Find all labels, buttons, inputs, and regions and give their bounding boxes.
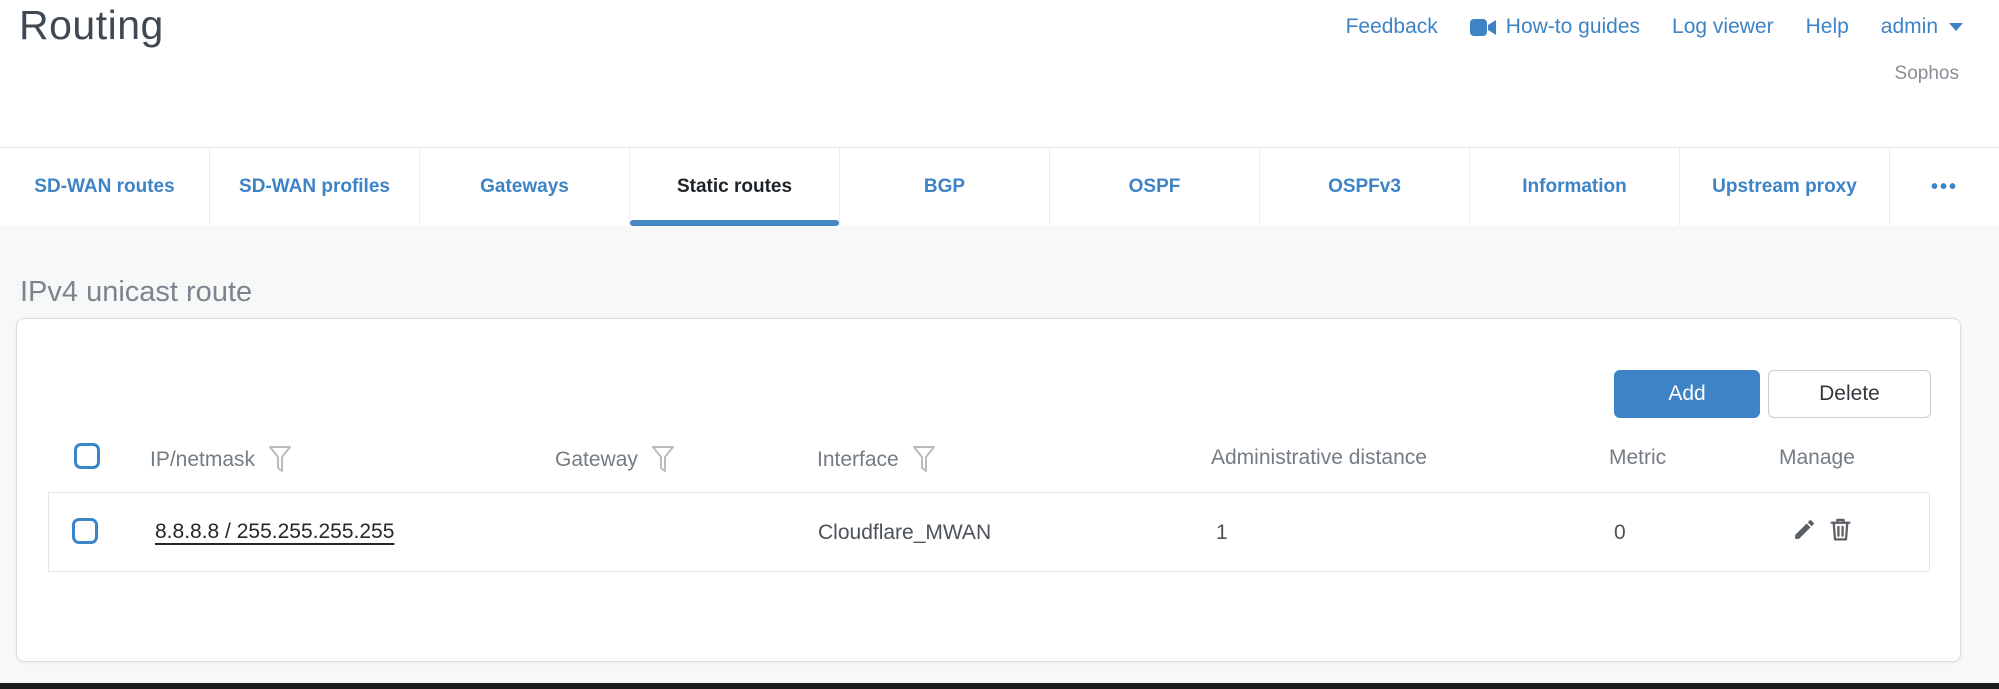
column-header-gateway: Gateway <box>555 446 674 473</box>
log-viewer-label: Log viewer <box>1672 15 1774 39</box>
tab-static-routes[interactable]: Static routes <box>630 148 840 226</box>
help-label: Help <box>1806 15 1849 39</box>
top-nav: Feedback How-to guides Log viewer Help a… <box>1346 15 1963 39</box>
route-ip-link[interactable]: 8.8.8.8 / 255.255.255.255 <box>155 520 394 544</box>
tab-ospfv3[interactable]: OSPFv3 <box>1260 148 1470 226</box>
bottom-edge-bar <box>0 683 1999 689</box>
column-header-administrative-distance: Administrative distance <box>1211 446 1427 470</box>
tab-bgp[interactable]: BGP <box>840 148 1050 226</box>
routing-page: Routing Feedback How-to guides Log viewe… <box>0 0 1999 689</box>
distance-header-label: Administrative distance <box>1211 446 1427 470</box>
column-header-metric: Metric <box>1609 446 1666 470</box>
feedback-link[interactable]: Feedback <box>1346 15 1438 39</box>
edit-route-button[interactable] <box>1792 517 1817 542</box>
log-viewer-link[interactable]: Log viewer <box>1672 15 1774 39</box>
tab-sd-wan-routes[interactable]: SD-WAN routes <box>0 148 210 226</box>
column-header-manage: Manage <box>1779 446 1855 470</box>
route-metric-value: 0 <box>1614 521 1626 545</box>
delete-route-button[interactable] <box>1828 517 1853 542</box>
tab-gateways[interactable]: Gateways <box>420 148 630 226</box>
feedback-label: Feedback <box>1346 15 1438 39</box>
admin-label: admin <box>1881 15 1938 39</box>
funnel-icon[interactable] <box>913 446 935 473</box>
select-all-checkbox[interactable] <box>74 443 100 469</box>
admin-menu[interactable]: admin <box>1881 15 1963 39</box>
column-header-ip-netmask: IP/netmask <box>150 446 291 473</box>
tab-overflow-ellipsis-icon[interactable]: ••• <box>1890 148 1999 226</box>
video-camera-icon <box>1470 18 1497 37</box>
column-header-interface: Interface <box>817 446 935 473</box>
trash-icon <box>1828 517 1853 542</box>
tab-sd-wan-profiles[interactable]: SD-WAN profiles <box>210 148 420 226</box>
metric-header-label: Metric <box>1609 446 1666 470</box>
tab-bar: SD-WAN routes SD-WAN profiles Gateways S… <box>0 147 1999 226</box>
gateway-header-label: Gateway <box>555 448 638 472</box>
help-link[interactable]: Help <box>1806 15 1849 39</box>
funnel-icon[interactable] <box>652 446 674 473</box>
add-button[interactable]: Add <box>1614 370 1760 418</box>
howto-guides-link[interactable]: How-to guides <box>1470 15 1640 39</box>
funnel-icon[interactable] <box>269 446 291 473</box>
section-title: IPv4 unicast route <box>20 276 252 309</box>
pencil-icon <box>1792 517 1817 542</box>
delete-button[interactable]: Delete <box>1768 370 1931 418</box>
brand-label: Sophos <box>1895 63 1959 85</box>
row-actions <box>1792 517 1853 542</box>
tab-ospf[interactable]: OSPF <box>1050 148 1260 226</box>
route-interface-value: Cloudflare_MWAN <box>818 521 991 545</box>
caret-down-icon <box>1949 23 1963 31</box>
howto-guides-label: How-to guides <box>1506 15 1640 39</box>
route-distance-value: 1 <box>1216 521 1228 545</box>
interface-header-label: Interface <box>817 448 899 472</box>
manage-header-label: Manage <box>1779 446 1855 470</box>
tab-upstream-proxy[interactable]: Upstream proxy <box>1680 148 1890 226</box>
tab-information[interactable]: Information <box>1470 148 1680 226</box>
ip-netmask-header-label: IP/netmask <box>150 448 255 472</box>
row-checkbox[interactable] <box>72 518 98 544</box>
page-title: Routing <box>19 2 164 49</box>
